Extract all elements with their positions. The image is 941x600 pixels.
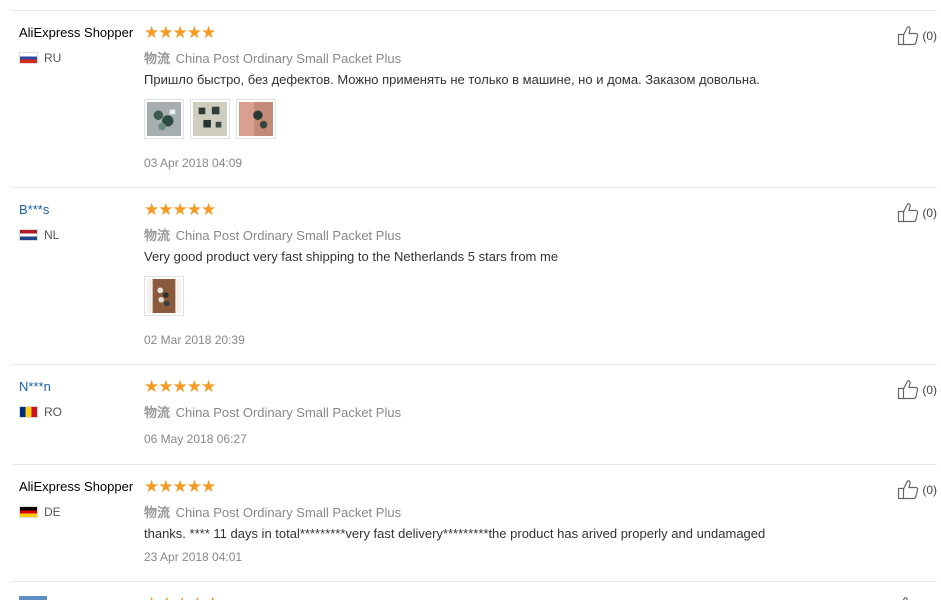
- review-item: AliExpress Shopper RU ★★★★★ 物流 China Pos…: [12, 11, 937, 188]
- romania-flag-icon: [19, 406, 38, 418]
- review-date: 03 Apr 2018 04:09: [144, 156, 243, 170]
- star-rating: ★★★★★: [144, 377, 216, 396]
- thumbs-up-icon: [898, 203, 919, 223]
- reviewer-country: RO: [19, 405, 62, 419]
- helpful-button[interactable]: (0): [897, 25, 937, 46]
- thumbs-up-icon: [898, 380, 919, 400]
- reviewer-name[interactable]: B***s: [19, 202, 49, 217]
- reviewer-name[interactable]: N***n: [19, 379, 51, 394]
- reviewer-name-partial: [19, 596, 47, 600]
- country-code: RU: [44, 51, 62, 65]
- logistics-method: China Post Ordinary Small Packet Plus: [175, 51, 402, 66]
- logistics-label: 物流: [144, 51, 171, 66]
- logistics-method: China Post Ordinary Small Packet Plus: [175, 405, 402, 420]
- review-photo-thumbnail[interactable]: [144, 276, 184, 316]
- logistics-label: 物流: [144, 228, 171, 243]
- germany-flag-icon: [19, 506, 38, 518]
- russia-flag-icon: [19, 52, 38, 64]
- reviewer-country: DE: [19, 505, 61, 519]
- country-code: RO: [44, 405, 62, 419]
- photo-image: [147, 279, 181, 313]
- logistics-method: China Post Ordinary Small Packet Plus: [175, 228, 402, 243]
- photo-image: [193, 102, 227, 136]
- reviewer-country: NL: [19, 228, 59, 242]
- review-photo-thumbnail[interactable]: [144, 99, 184, 139]
- review-text: Пришло быстро, без дефектов. Можно приме…: [144, 72, 760, 87]
- star-rating-partial: ★★★★★: [144, 595, 220, 600]
- logistics-info: 物流 China Post Ordinary Small Packet Plus: [144, 402, 401, 421]
- country-code: DE: [44, 505, 61, 519]
- review-item: B***s NL ★★★★★ 物流 China Post Ordinary Sm…: [12, 188, 937, 365]
- thumbs-up-icon: [902, 597, 908, 600]
- helpful-count: (0): [922, 482, 937, 497]
- reviewer-name: AliExpress Shopper: [19, 479, 134, 494]
- logistics-label: 物流: [144, 505, 171, 520]
- review-date: 02 Mar 2018 20:39: [144, 333, 245, 347]
- logistics-info: 物流 China Post Ordinary Small Packet Plus: [144, 225, 401, 244]
- review-photos: [144, 99, 276, 139]
- country-code: NL: [44, 228, 60, 242]
- review-photos: [144, 276, 184, 316]
- review-item: AliExpress Shopper DE ★★★★★ 物流 China Pos…: [12, 465, 937, 582]
- helpful-button[interactable]: (0): [897, 202, 937, 223]
- helpful-count: (0): [922, 382, 937, 397]
- netherlands-flag-icon: [19, 229, 38, 241]
- review-photo-thumbnail[interactable]: [236, 99, 276, 139]
- review-date: 06 May 2018 06:27: [144, 432, 247, 446]
- helpful-count: (0): [922, 205, 937, 220]
- review-item: N***n RO ★★★★★ 物流 China Post Ordinary Sm…: [12, 365, 937, 465]
- reviewer-name: AliExpress Shopper: [19, 25, 134, 40]
- photo-image: [239, 102, 273, 136]
- thumbs-up-icon: [898, 26, 919, 46]
- logistics-info: 物流 China Post Ordinary Small Packet Plus: [144, 502, 401, 521]
- star-rating: ★★★★★: [144, 477, 216, 496]
- thumbs-up-icon: [898, 480, 919, 500]
- star-rating: ★★★★★: [144, 200, 216, 219]
- logistics-info: 物流 China Post Ordinary Small Packet Plus: [144, 48, 401, 67]
- helpful-count: (0): [922, 28, 937, 43]
- reviewer-country: RU: [19, 51, 61, 65]
- helpful-button[interactable]: (0): [897, 379, 937, 400]
- helpful-button[interactable]: (0): [897, 479, 937, 500]
- logistics-label: 物流: [144, 405, 171, 420]
- review-date: 23 Apr 2018 04:01: [144, 550, 243, 564]
- star-rating: ★★★★★: [144, 23, 216, 42]
- next-review-partial: ★★★★★: [12, 582, 937, 600]
- review-text: thanks. **** 11 days in total*********ve…: [144, 526, 766, 541]
- review-text: Very good product very fast shipping to …: [144, 249, 559, 264]
- photo-image: [147, 102, 181, 136]
- logistics-method: China Post Ordinary Small Packet Plus: [175, 505, 402, 520]
- review-photo-thumbnail[interactable]: [190, 99, 230, 139]
